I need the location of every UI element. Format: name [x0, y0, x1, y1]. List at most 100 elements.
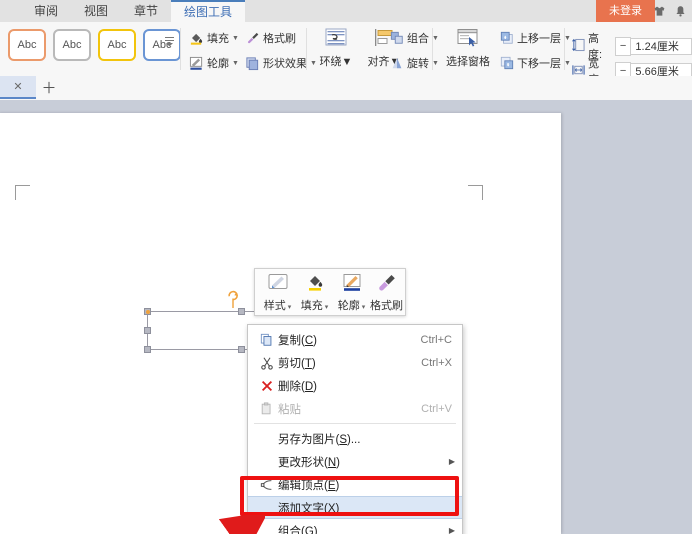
group-label: 组合: [407, 33, 429, 45]
document-tab-1[interactable]: ✕: [0, 76, 36, 99]
app-window: 审阅 视图 章节 绘图工具 未登录 Abc Abc Abc Abc 填充 ▼ 轮…: [0, 0, 692, 534]
chevron-down-icon[interactable]: ▼: [564, 35, 571, 42]
style-preset-label: Abc: [107, 39, 127, 51]
ribbon-tab-0[interactable]: [0, 0, 21, 22]
context-menu-item[interactable]: 剪切(T) Ctrl+X: [248, 351, 462, 374]
style-preset-label: Abc: [17, 39, 37, 51]
shirt-icon[interactable]: [653, 5, 666, 18]
adjust-handle[interactable]: [146, 310, 150, 314]
delete-icon: [256, 379, 278, 393]
shape-styles-gallery: Abc Abc Abc Abc: [8, 29, 181, 61]
style-preset-label: Abc: [62, 39, 82, 51]
bring-forward-label: 上移一层: [517, 33, 561, 45]
context-menu-item-label: 复制(C): [278, 334, 317, 347]
ribbon-tab-list: 审阅 视图 章节 绘图工具: [0, 0, 246, 22]
chevron-down-icon[interactable]: ▼: [432, 35, 439, 42]
resize-handle-ml[interactable]: [144, 327, 151, 334]
format-painter-icon: [245, 31, 260, 46]
shape-style-preset-4[interactable]: Abc: [143, 29, 181, 61]
shape-style-preset-1[interactable]: Abc: [8, 29, 46, 61]
context-menu-item-label: 更改形状(N): [278, 456, 340, 469]
window-tray: [653, 0, 692, 22]
ribbon-tab-review[interactable]: 审阅: [21, 0, 71, 22]
ribbon-tab-view[interactable]: 视图: [71, 0, 121, 22]
shape-effects-label: 形状效果: [263, 58, 307, 70]
context-menu-item-shortcut: Ctrl+C: [420, 333, 452, 346]
bring-forward-icon: [500, 31, 514, 45]
context-menu-item[interactable]: 删除(D): [248, 374, 462, 397]
text-wrap-button[interactable]: 环绕▼: [313, 28, 359, 69]
height-input[interactable]: 1.24厘米: [631, 37, 692, 55]
login-status-button[interactable]: 未登录: [596, 0, 655, 22]
float-format-painter-button[interactable]: 格式刷: [368, 271, 405, 313]
ribbon-tab-section[interactable]: 章节: [121, 0, 171, 22]
chevron-down-icon[interactable]: ▼: [564, 60, 571, 67]
outline-pen-icon: [189, 56, 204, 71]
context-menu-item-label: 删除(D): [278, 380, 317, 393]
height-decrement-button[interactable]: −: [614, 36, 632, 56]
group-icon: [390, 31, 404, 45]
format-painter-button[interactable]: 格式刷: [245, 30, 296, 46]
selection-pane-label: 选择窗格: [446, 56, 490, 68]
copy-icon: [256, 333, 278, 347]
shape-style-preset-2[interactable]: Abc: [53, 29, 91, 61]
floating-shape-toolbar: 样式 ▾ 填充 ▾ 轮廓 ▾ 格式刷: [254, 268, 406, 316]
context-menu-item-shortcut: Ctrl+X: [421, 356, 452, 369]
float-style-label: 样式: [263, 300, 286, 312]
shape-effects-icon: [245, 56, 260, 71]
ribbon-tab-label: 视图: [84, 4, 109, 18]
new-document-tab-button[interactable]: ＋: [36, 76, 62, 99]
ribbon-tab-drawing-tools[interactable]: 绘图工具: [171, 0, 246, 22]
shape-style-icon: [259, 273, 296, 296]
float-outline-button[interactable]: 轮廓 ▾: [333, 271, 370, 313]
resize-handle-bc[interactable]: [238, 346, 245, 353]
close-icon[interactable]: ✕: [13, 80, 22, 93]
resize-handle-bl[interactable]: [144, 346, 151, 353]
rotate-icon: [390, 56, 404, 70]
styles-more-button[interactable]: [163, 36, 175, 49]
chevron-down-icon[interactable]: ▾: [362, 304, 366, 311]
fill-label: 填充: [207, 33, 229, 45]
context-menu-item[interactable]: 组合(G) ▶: [248, 519, 462, 534]
send-backward-button[interactable]: 下移一层 ▼: [500, 55, 571, 71]
margin-marker-top-right: [468, 185, 483, 200]
rotate-label: 旋转: [407, 58, 429, 70]
fill-bucket-icon: [296, 273, 333, 296]
context-menu-item: 粘贴 Ctrl+V: [248, 397, 462, 420]
float-fill-label: 填充: [300, 300, 323, 312]
float-style-button[interactable]: 样式 ▾: [259, 271, 296, 313]
context-menu-separator: [254, 423, 456, 424]
outline-button[interactable]: 轮廓 ▼: [189, 55, 239, 71]
margin-marker-top-left: [15, 185, 30, 200]
document-tab-strip: ✕ ＋: [0, 76, 692, 101]
shape-style-preset-3[interactable]: Abc: [98, 29, 136, 61]
context-menu-item-shortcut: Ctrl+V: [421, 402, 452, 415]
float-format-painter-label: 格式刷: [370, 300, 403, 312]
height-icon: [572, 38, 585, 55]
float-fill-button[interactable]: 填充 ▾: [296, 271, 333, 313]
ribbon-tab-label: 审阅: [34, 4, 59, 18]
selection-pane-button[interactable]: 选择窗格: [440, 28, 496, 69]
context-menu-item[interactable]: 复制(C) Ctrl+C: [248, 328, 462, 351]
context-menu-item[interactable]: 另存为图片(S)...: [248, 427, 462, 450]
bell-icon[interactable]: [674, 5, 687, 18]
fill-button[interactable]: 填充 ▼: [189, 30, 239, 46]
submenu-arrow-icon: ▶: [448, 526, 455, 534]
chevron-down-icon[interactable]: ▼: [232, 60, 239, 67]
chevron-down-icon[interactable]: ▼: [232, 35, 239, 42]
bring-forward-button[interactable]: 上移一层 ▼: [500, 30, 571, 46]
chevron-down-icon[interactable]: ▼: [342, 56, 353, 68]
annotation-arrow: [155, 511, 269, 534]
chevron-down-icon[interactable]: ▼: [432, 60, 439, 67]
context-menu-item-label: 另存为图片(S)...: [278, 433, 361, 446]
send-backward-icon: [500, 56, 514, 70]
align-label: 对齐: [367, 56, 390, 68]
document-canvas[interactable]: 样式 ▾ 填充 ▾ 轮廓 ▾ 格式刷 复制(C) Ctrl+C 剪切(T) Ct…: [0, 100, 692, 534]
chevron-down-icon[interactable]: ▾: [288, 304, 292, 311]
rotate-handle[interactable]: [226, 290, 240, 313]
context-menu-item[interactable]: 更改形状(N) ▶: [248, 450, 462, 473]
text-wrap-icon: [313, 28, 359, 51]
ribbon-toolbar: Abc Abc Abc Abc 填充 ▼ 轮廓 ▼ 格式刷 形状效果 ▼ 环绕▼…: [0, 22, 692, 91]
cut-icon: [256, 356, 278, 370]
chevron-down-icon[interactable]: ▾: [325, 304, 329, 311]
